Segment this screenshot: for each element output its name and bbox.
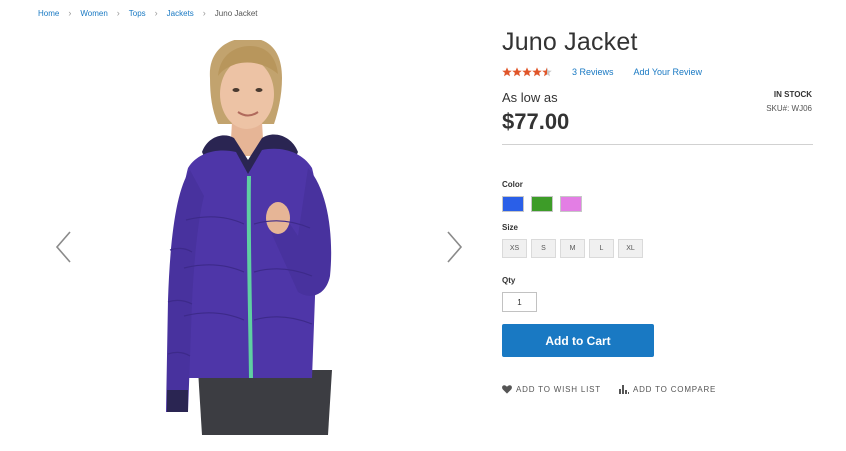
breadcrumb-separator: › xyxy=(202,8,206,18)
size-option-l[interactable]: L xyxy=(589,239,614,258)
size-option-s[interactable]: S xyxy=(531,239,556,258)
breadcrumb-tops-link[interactable]: Tops xyxy=(129,9,146,18)
half-star-icon xyxy=(542,67,552,77)
color-swatch-pink[interactable] xyxy=(560,196,582,212)
star-icon xyxy=(502,67,512,77)
product-actions: ADD TO WISH LIST ADD TO COMPARE xyxy=(502,385,716,394)
chevron-right-icon[interactable] xyxy=(444,230,464,264)
size-option-xs[interactable]: XS xyxy=(502,239,527,258)
product-sku: SKU#: WJ06 xyxy=(766,104,812,113)
price-label: As low as xyxy=(502,90,558,105)
chevron-left-icon[interactable] xyxy=(54,230,74,264)
color-label: Color xyxy=(502,180,523,189)
breadcrumb-women-link[interactable]: Women xyxy=(80,9,107,18)
star-icon xyxy=(522,67,532,77)
size-option-xl[interactable]: XL xyxy=(618,239,643,258)
product-price: $77.00 xyxy=(502,109,570,134)
size-option-m[interactable]: M xyxy=(560,239,585,258)
bar-chart-icon xyxy=(618,385,629,394)
color-swatch-blue[interactable] xyxy=(502,196,524,212)
breadcrumb-separator: › xyxy=(154,8,158,18)
rating-row: 3 Reviews Add Your Review xyxy=(502,67,702,77)
breadcrumb-jackets-link[interactable]: Jackets xyxy=(167,9,194,18)
star-icon xyxy=(532,67,542,77)
size-label: Size xyxy=(502,223,519,232)
divider xyxy=(502,144,813,145)
heart-icon xyxy=(502,385,512,394)
product-info: Juno Jacket 3 Reviews Add Your Review As… xyxy=(502,0,814,451)
product-gallery xyxy=(50,40,470,440)
size-options: XS S M L XL xyxy=(502,239,643,258)
star-icon xyxy=(512,67,522,77)
qty-label: Qty xyxy=(502,276,516,285)
breadcrumb-separator: › xyxy=(68,8,72,18)
breadcrumb-separator: › xyxy=(116,8,120,18)
wishlist-label: ADD TO WISH LIST xyxy=(516,385,601,394)
breadcrumb: Home › Women › Tops › Jackets › Juno Jac… xyxy=(38,8,258,18)
color-swatch-green[interactable] xyxy=(531,196,553,212)
rating-stars xyxy=(502,67,552,77)
stock-status: IN STOCK xyxy=(773,90,812,99)
compare-label: ADD TO COMPARE xyxy=(632,385,717,394)
breadcrumb-home-link[interactable]: Home xyxy=(38,9,59,18)
product-image[interactable] xyxy=(158,40,378,435)
add-to-cart-button[interactable]: Add to Cart xyxy=(502,324,654,357)
reviews-link[interactable]: 3 Reviews xyxy=(572,67,614,77)
product-title: Juno Jacket xyxy=(502,28,638,56)
breadcrumb-current: Juno Jacket xyxy=(214,8,258,18)
add-to-wishlist-link[interactable]: ADD TO WISH LIST xyxy=(502,385,601,394)
qty-input[interactable] xyxy=(502,292,537,312)
add-review-link[interactable]: Add Your Review xyxy=(634,67,703,77)
add-to-compare-link[interactable]: ADD TO COMPARE xyxy=(618,385,717,394)
color-swatches xyxy=(502,196,582,212)
